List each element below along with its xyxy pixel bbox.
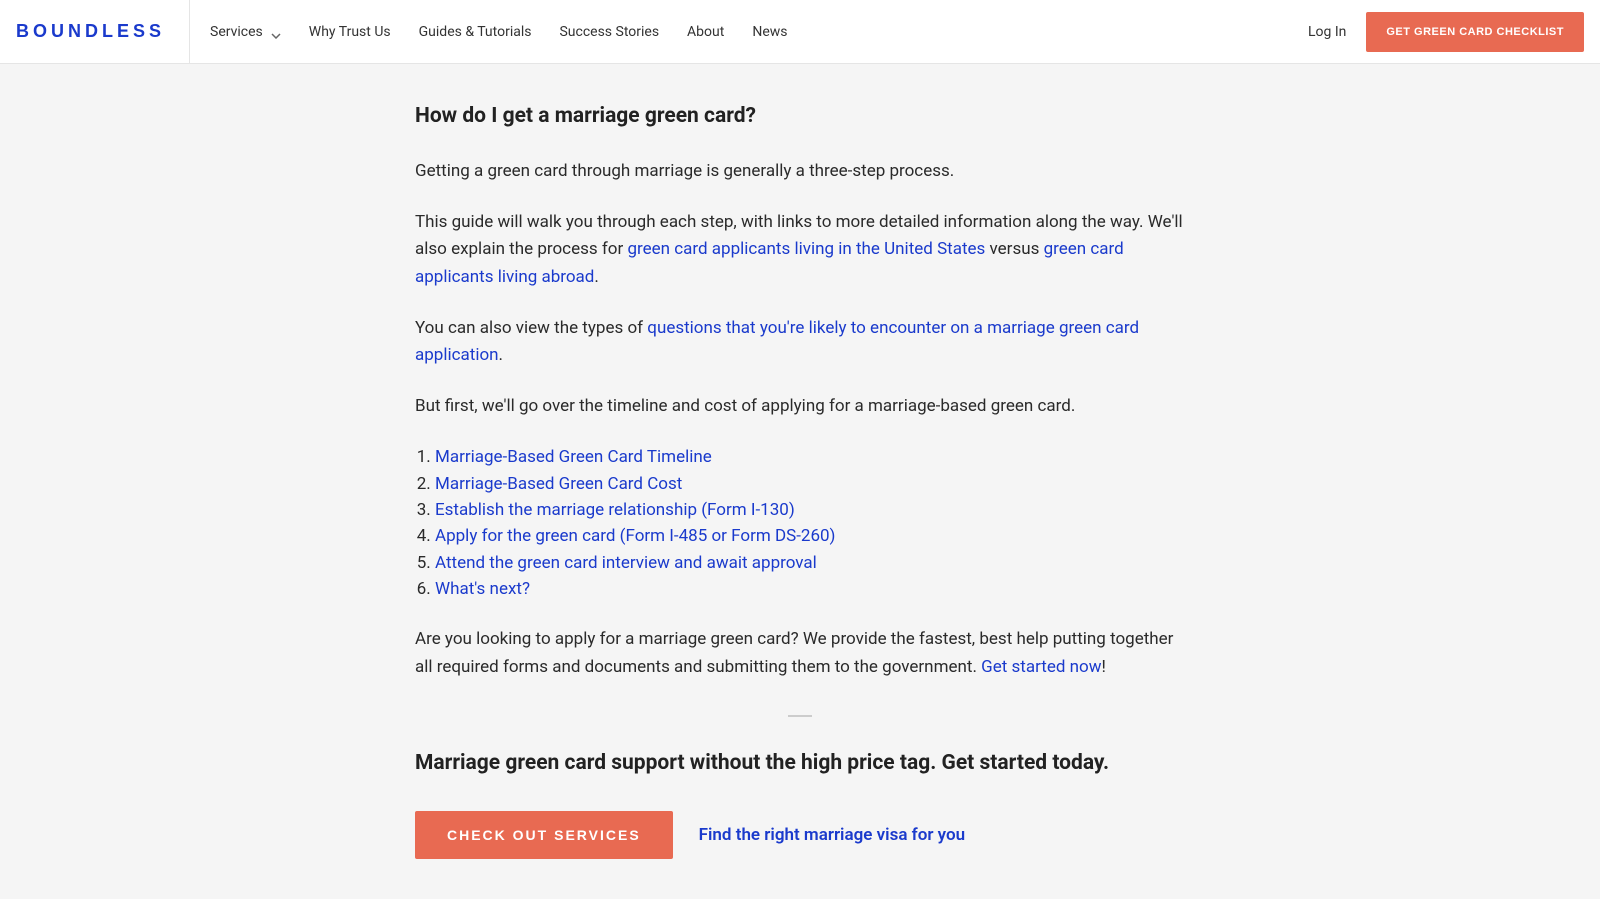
nav-news[interactable]: News — [752, 24, 787, 40]
article-content: How do I get a marriage green card? Gett… — [395, 64, 1205, 899]
header-actions: Log In GET GREEN CARD CHECKLIST — [1308, 12, 1584, 52]
check-services-button[interactable]: CHECK OUT SERVICES — [415, 811, 673, 859]
nav-success-stories[interactable]: Success Stories — [559, 24, 659, 40]
intro-paragraph-3: You can also view the types of questions… — [415, 315, 1185, 369]
text-segment: ! — [1102, 657, 1106, 677]
intro-paragraph-1: Getting a green card through marriage is… — [415, 158, 1185, 185]
intro-paragraph-4: But first, we'll go over the timeline an… — [415, 393, 1185, 420]
intro-paragraph-2: This guide will walk you through each st… — [415, 209, 1185, 291]
table-of-contents: Marriage-Based Green Card Timeline Marri… — [415, 444, 1185, 602]
login-link[interactable]: Log In — [1308, 24, 1346, 40]
text-segment: . — [499, 345, 503, 365]
link-get-started[interactable]: Get started now — [981, 657, 1101, 677]
toc-link-i130[interactable]: Establish the marriage relationship (For… — [435, 500, 795, 520]
header: BOUNDLESS Services Why Trust Us Guides &… — [0, 0, 1600, 64]
toc-item: What's next? — [435, 576, 1185, 602]
link-applicants-us[interactable]: green card applicants living in the Unit… — [627, 239, 985, 259]
toc-link-timeline[interactable]: Marriage-Based Green Card Timeline — [435, 447, 712, 467]
text-segment: . — [594, 267, 598, 287]
cta-heading: Marriage green card support without the … — [415, 751, 1185, 775]
logo[interactable]: BOUNDLESS — [16, 0, 190, 64]
cta-paragraph: Are you looking to apply for a marriage … — [415, 626, 1185, 680]
text-segment: versus — [985, 239, 1043, 259]
toc-item: Marriage-Based Green Card Timeline — [435, 444, 1185, 470]
find-visa-link[interactable]: Find the right marriage visa for you — [699, 825, 965, 845]
text-segment: You can also view the types of — [415, 318, 647, 338]
divider — [788, 715, 812, 717]
article-heading: How do I get a marriage green card? — [415, 104, 1185, 128]
toc-item: Establish the marriage relationship (For… — [435, 497, 1185, 523]
chevron-down-icon — [271, 27, 281, 37]
toc-item: Marriage-Based Green Card Cost — [435, 471, 1185, 497]
nav-services-label: Services — [210, 24, 263, 40]
nav-why-trust-us[interactable]: Why Trust Us — [309, 24, 391, 40]
toc-item: Attend the green card interview and awai… — [435, 550, 1185, 576]
nav-services[interactable]: Services — [210, 24, 281, 40]
nav-guides[interactable]: Guides & Tutorials — [419, 24, 532, 40]
nav: Services Why Trust Us Guides & Tutorials… — [210, 24, 1308, 40]
cta-row: CHECK OUT SERVICES Find the right marria… — [415, 811, 1185, 859]
toc-link-cost[interactable]: Marriage-Based Green Card Cost — [435, 474, 682, 494]
checklist-button[interactable]: GET GREEN CARD CHECKLIST — [1366, 12, 1584, 52]
toc-link-i485[interactable]: Apply for the green card (Form I-485 or … — [435, 526, 835, 546]
toc-item: Apply for the green card (Form I-485 or … — [435, 523, 1185, 549]
toc-link-next[interactable]: What's next? — [435, 579, 530, 599]
toc-link-interview[interactable]: Attend the green card interview and awai… — [435, 553, 817, 573]
nav-about[interactable]: About — [687, 24, 724, 40]
